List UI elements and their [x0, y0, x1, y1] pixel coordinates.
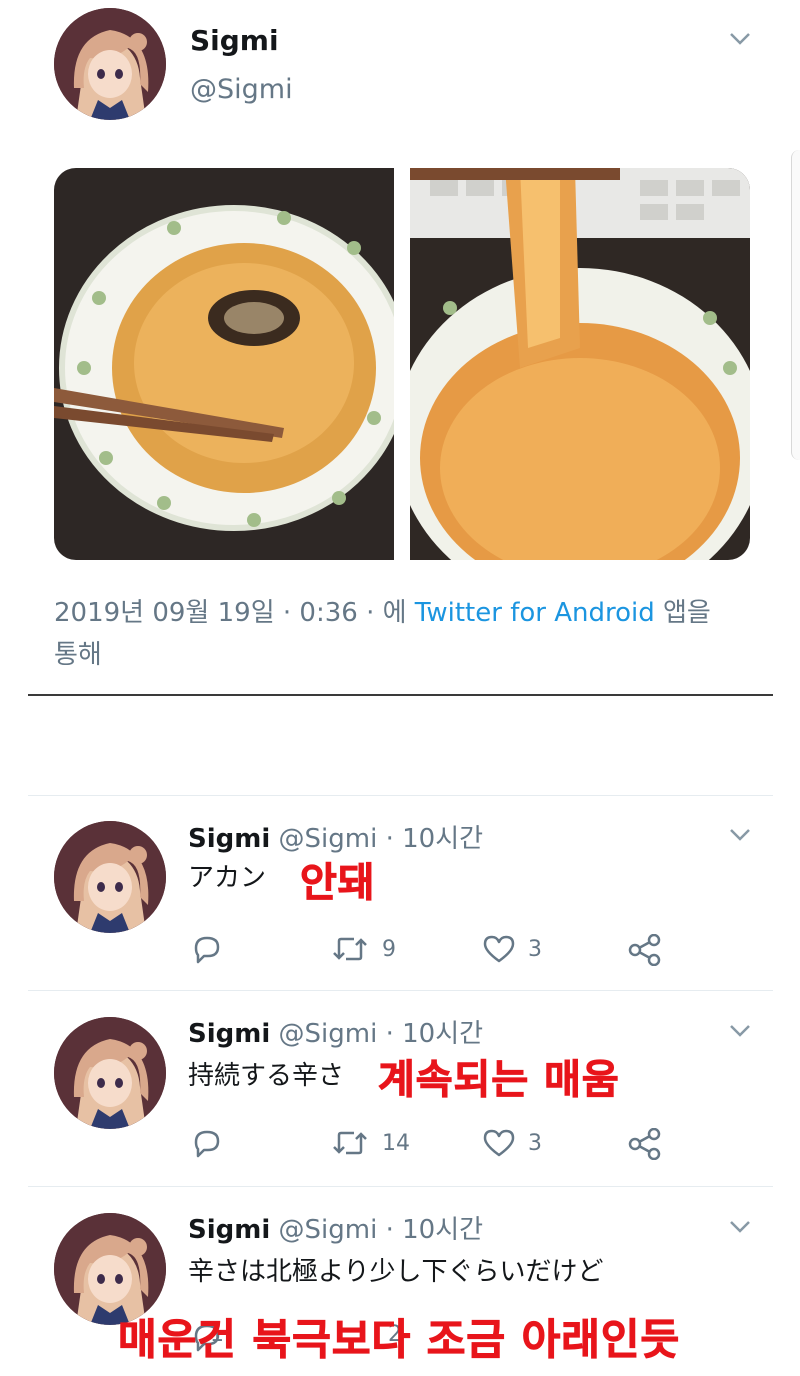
share-icon: [628, 934, 661, 966]
divider: [28, 990, 773, 991]
chevron-down-icon[interactable]: [729, 32, 751, 46]
reply-icon: [194, 1130, 220, 1158]
reply-text: 辛さは北極より少し下ぐらいだけど: [188, 1257, 604, 1287]
tweet-date: 2019년 09월 19일 · 0:36 · 에: [54, 598, 415, 628]
retweet-icon: [333, 1131, 367, 1155]
tweet-source-link[interactable]: Twitter for Android: [415, 598, 655, 628]
tweet-meta-line2: 통해: [54, 640, 102, 670]
reply-text: 持続する辛さ: [188, 1061, 345, 1091]
avatar[interactable]: [54, 821, 166, 933]
heart-icon: [483, 1129, 515, 1157]
divider: [28, 795, 773, 796]
share-button[interactable]: [628, 1128, 662, 1160]
avatar[interactable]: [54, 1017, 166, 1129]
author-handle[interactable]: @Sigmi: [190, 74, 293, 105]
chevron-down-icon[interactable]: [729, 1220, 751, 1234]
reply-author-handle[interactable]: @Sigmi: [279, 1019, 378, 1049]
reply-header: Sigmi @Sigmi · 10시간: [188, 1209, 483, 1246]
reply-button[interactable]: [190, 934, 224, 964]
avatar[interactable]: [54, 8, 166, 120]
author-name[interactable]: Sigmi: [190, 24, 279, 57]
translation-caption: 매운건 북극보다 조금 아래인듯: [117, 1315, 681, 1365]
reply-time: · 10시간: [377, 824, 484, 854]
scrollbar[interactable]: [791, 150, 800, 460]
divider: [28, 1186, 773, 1187]
retweet-icon: [333, 937, 367, 961]
share-button[interactable]: [628, 934, 662, 966]
tweet-media[interactable]: [54, 168, 750, 560]
divider: [28, 694, 773, 696]
like-count: 3: [528, 936, 542, 962]
retweet-count: 9: [382, 936, 396, 962]
retweet-count: 14: [382, 1130, 410, 1156]
reply-button[interactable]: [190, 1128, 224, 1158]
reply-text: アカン: [188, 863, 267, 893]
retweet-button[interactable]: 14: [330, 1128, 410, 1158]
retweet-button[interactable]: 9: [330, 934, 396, 964]
chevron-down-icon[interactable]: [729, 1024, 751, 1038]
reply-author-handle[interactable]: @Sigmi: [279, 1215, 378, 1245]
chevron-down-icon[interactable]: [729, 828, 751, 842]
reply-header: Sigmi @Sigmi · 10시간: [188, 1013, 483, 1050]
reply-author-name[interactable]: Sigmi: [188, 1215, 270, 1245]
reply-time: · 10시간: [377, 1019, 484, 1049]
reply-author-name[interactable]: Sigmi: [188, 1019, 270, 1049]
heart-icon: [483, 935, 515, 963]
share-icon: [628, 1128, 661, 1160]
reply-time: · 10시간: [377, 1215, 484, 1245]
like-count: 3: [528, 1130, 542, 1156]
reply-author-name[interactable]: Sigmi: [188, 824, 270, 854]
tweet-photo-1[interactable]: [54, 168, 394, 560]
like-button[interactable]: 3: [482, 934, 542, 964]
tweet-meta: 2019년 09월 19일 · 0:36 · 에 Twitter for And…: [54, 592, 754, 676]
translation-caption: 계속되는 매움: [378, 1057, 620, 1104]
like-button[interactable]: 3: [482, 1128, 542, 1158]
reply-icon: [194, 936, 220, 964]
tweet-photo-2[interactable]: [410, 168, 750, 560]
tweet-meta-suffix: 앱을: [654, 598, 711, 628]
translation-caption: 안돼: [300, 860, 376, 907]
